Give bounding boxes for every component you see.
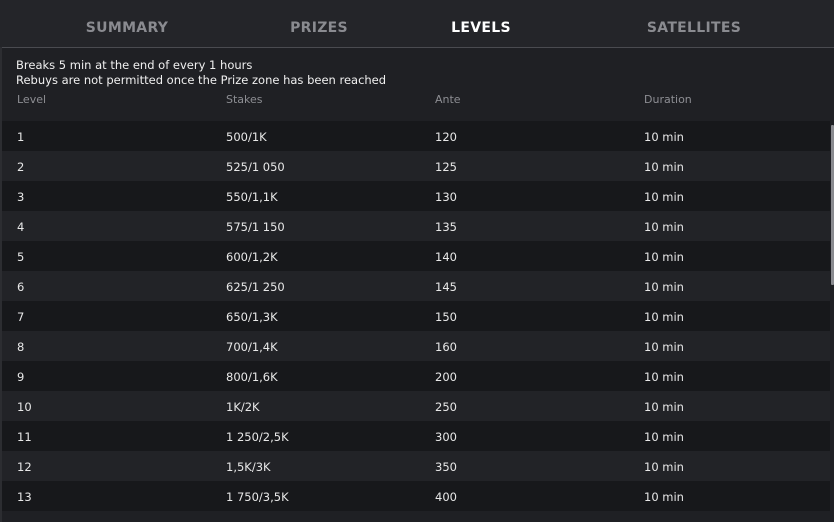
cell-duration: 10 min bbox=[644, 130, 684, 144]
table-row: 10 1K/2K 250 10 min bbox=[2, 391, 830, 421]
cell-stakes: 525/1 050 bbox=[226, 160, 285, 174]
cell-stakes: 700/1,4K bbox=[226, 340, 278, 354]
column-header-level: Level bbox=[17, 93, 47, 106]
cell-ante: 400 bbox=[435, 490, 457, 504]
cell-stakes: 550/1,1K bbox=[226, 190, 278, 204]
table-row: 3 550/1,1K 130 10 min bbox=[2, 181, 830, 211]
cell-level: 1 bbox=[17, 130, 25, 144]
cell-level: 8 bbox=[17, 340, 25, 354]
table-row: 11 1 250/2,5K 300 10 min bbox=[2, 421, 830, 451]
column-header-stakes: Stakes bbox=[226, 93, 263, 106]
cell-duration: 10 min bbox=[644, 220, 684, 234]
cell-ante: 150 bbox=[435, 310, 457, 324]
table-row: 13 1 750/3,5K 400 10 min bbox=[2, 481, 830, 511]
table-row: 5 600/1,2K 140 10 min bbox=[2, 241, 830, 271]
cell-duration: 10 min bbox=[644, 280, 684, 294]
cell-level: 13 bbox=[17, 490, 32, 504]
table-row: 8 700/1,4K 160 10 min bbox=[2, 331, 830, 361]
tab-levels[interactable]: LEVELS bbox=[381, 0, 581, 47]
cell-duration: 10 min bbox=[644, 490, 684, 504]
cell-level: 7 bbox=[17, 310, 25, 324]
cell-duration: 10 min bbox=[644, 160, 684, 174]
table-row: 4 575/1 150 135 10 min bbox=[2, 211, 830, 241]
cell-stakes: 1 250/2,5K bbox=[226, 430, 289, 444]
cell-level: 4 bbox=[17, 220, 25, 234]
cell-ante: 135 bbox=[435, 220, 457, 234]
cell-ante: 300 bbox=[435, 430, 457, 444]
cell-ante: 145 bbox=[435, 280, 457, 294]
cell-ante: 125 bbox=[435, 160, 457, 174]
cell-stakes: 625/1 250 bbox=[226, 280, 285, 294]
levels-table-body[interactable]: 1 500/1K 120 10 min 2 525/1 050 125 10 min 3 550/… bbox=[2, 121, 830, 511]
cell-level: 6 bbox=[17, 280, 25, 294]
cell-stakes: 600/1,2K bbox=[226, 250, 278, 264]
level-info: Breaks 5 min at the end of every 1 hours… bbox=[0, 48, 834, 88]
rebuy-info: Rebuys are not permitted once the Prize … bbox=[16, 73, 387, 87]
tab-satellites[interactable]: SATELLITES bbox=[594, 0, 794, 47]
table-row: 7 650/1,3K 150 10 min bbox=[2, 301, 830, 331]
cell-level: 2 bbox=[17, 160, 25, 174]
column-header-ante: Ante bbox=[435, 93, 461, 106]
tab-bar: SUMMARY PRIZES LEVELS SATELLITES bbox=[0, 0, 834, 48]
cell-ante: 250 bbox=[435, 400, 457, 414]
cell-level: 11 bbox=[17, 430, 32, 444]
cell-ante: 160 bbox=[435, 340, 457, 354]
cell-duration: 10 min bbox=[644, 250, 684, 264]
cell-ante: 140 bbox=[435, 250, 457, 264]
cell-ante: 130 bbox=[435, 190, 457, 204]
table-row: 6 625/1 250 145 10 min bbox=[2, 271, 830, 301]
cell-level: 9 bbox=[17, 370, 25, 384]
cell-ante: 350 bbox=[435, 460, 457, 474]
cell-stakes: 650/1,3K bbox=[226, 310, 278, 324]
levels-table-header: Level Stakes Ante Duration bbox=[0, 88, 834, 116]
table-row: 9 800/1,6K 200 10 min bbox=[2, 361, 830, 391]
cell-stakes: 1,5K/3K bbox=[226, 460, 271, 474]
cell-level: 3 bbox=[17, 190, 25, 204]
cell-ante: 200 bbox=[435, 370, 457, 384]
cell-duration: 10 min bbox=[644, 340, 684, 354]
cell-stakes: 1K/2K bbox=[226, 400, 260, 414]
cell-level: 10 bbox=[17, 400, 32, 414]
cell-duration: 10 min bbox=[644, 400, 684, 414]
cell-ante: 120 bbox=[435, 130, 457, 144]
tab-summary[interactable]: SUMMARY bbox=[27, 0, 227, 47]
cell-stakes: 575/1 150 bbox=[226, 220, 285, 234]
cell-stakes: 500/1K bbox=[226, 130, 267, 144]
table-row: 2 525/1 050 125 10 min bbox=[2, 151, 830, 181]
cell-duration: 10 min bbox=[644, 310, 684, 324]
cell-stakes: 800/1,6K bbox=[226, 370, 278, 384]
cell-level: 5 bbox=[17, 250, 25, 264]
cell-duration: 10 min bbox=[644, 190, 684, 204]
breaks-info: Breaks 5 min at the end of every 1 hours bbox=[16, 58, 253, 72]
cell-level: 12 bbox=[17, 460, 32, 474]
cell-duration: 10 min bbox=[644, 430, 684, 444]
cell-stakes: 1 750/3,5K bbox=[226, 490, 289, 504]
table-row: 1 500/1K 120 10 min bbox=[2, 121, 830, 151]
cell-duration: 10 min bbox=[644, 460, 684, 474]
table-row: 12 1,5K/3K 350 10 min bbox=[2, 451, 830, 481]
column-header-duration: Duration bbox=[644, 93, 692, 106]
cell-duration: 10 min bbox=[644, 370, 684, 384]
